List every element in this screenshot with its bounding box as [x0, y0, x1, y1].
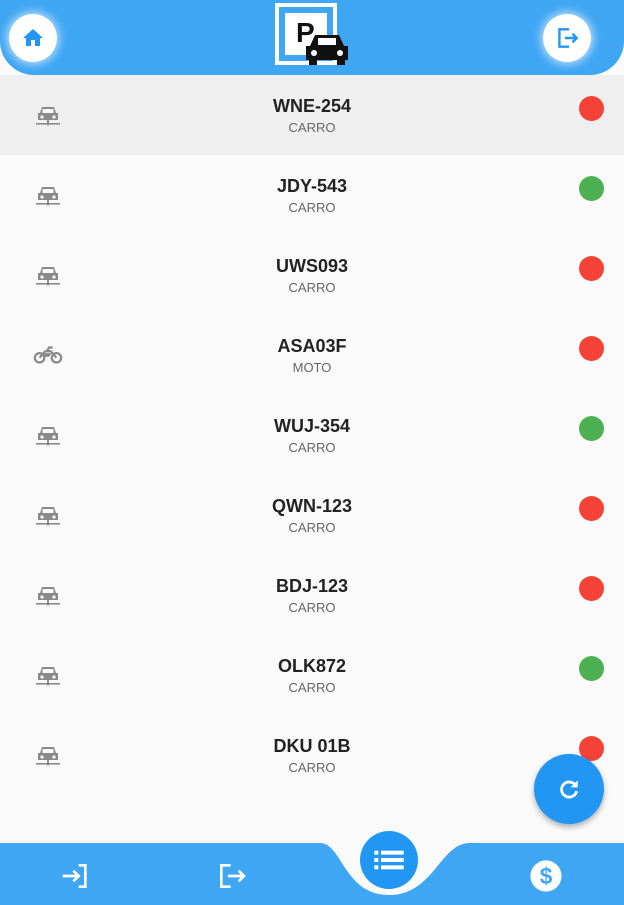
vehicle-row[interactable]: QWN-123 CARRO: [0, 475, 624, 555]
car-icon: [33, 741, 63, 769]
car-icon: [33, 181, 63, 209]
vehicle-type: CARRO: [288, 599, 336, 615]
refresh-button[interactable]: [534, 754, 604, 824]
status-indicator: [579, 176, 604, 201]
car-icon: [33, 661, 63, 689]
car-icon: [33, 101, 63, 129]
nav-payments-button[interactable]: $: [523, 853, 569, 899]
vehicle-info: QWN-123 CARRO: [272, 495, 352, 536]
vehicle-plate: WNE-254: [272, 95, 352, 116]
vehicle-row[interactable]: WNE-254 CARRO: [0, 75, 624, 155]
vehicle-row[interactable]: OLK872 CARRO: [0, 635, 624, 715]
vehicle-plate: BDJ-123: [275, 575, 349, 596]
home-button[interactable]: [9, 14, 57, 62]
vehicle-info: WUJ-354 CARRO: [274, 415, 350, 456]
vehicle-type: CARRO: [288, 279, 336, 295]
vehicle-type: CARRO: [288, 679, 336, 695]
vehicle-type: CARRO: [288, 199, 336, 215]
logout-button[interactable]: [543, 14, 591, 62]
login-icon: [62, 864, 87, 888]
vehicle-info: DKU 01B CARRO: [273, 735, 350, 776]
vehicle-info: UWS093 CARRO: [276, 255, 348, 296]
vehicle-plate: OLK872: [277, 655, 347, 676]
vehicle-row[interactable]: ASA03F MOTO: [0, 315, 624, 395]
parking-logo: P: [275, 3, 348, 65]
vehicle-row[interactable]: UWS093 CARRO: [0, 235, 624, 315]
vehicle-plate: UWS093: [275, 255, 349, 276]
vehicle-plate: WUJ-354: [273, 415, 351, 436]
vehicle-info: WNE-254 CARRO: [273, 95, 351, 136]
app-bar: P: [0, 0, 624, 75]
bottom-nav: $: [0, 831, 624, 905]
nav-login-button[interactable]: [53, 853, 99, 899]
car-icon: [33, 421, 63, 449]
vehicle-info: JDY-543 CARRO: [277, 175, 347, 216]
exit-icon: [220, 864, 246, 888]
vehicle-type: CARRO: [288, 759, 336, 775]
vehicle-plate: JDY-543: [276, 175, 348, 196]
svg-text:$: $: [540, 863, 553, 889]
vehicle-row[interactable]: BDJ-123 CARRO: [0, 555, 624, 635]
vehicle-list: WNE-254 CARRO JDY-543 CARRO UWS093 CARRO ASA03…: [0, 75, 624, 843]
status-indicator: [579, 576, 604, 601]
vehicle-row[interactable]: WUJ-354 CARRO: [0, 395, 624, 475]
vehicle-type: CARRO: [288, 119, 336, 135]
exit-icon: [558, 28, 579, 48]
vehicle-row[interactable]: JDY-543 CARRO: [0, 155, 624, 235]
nav-list-button[interactable]: [360, 831, 418, 889]
status-indicator: [579, 256, 604, 281]
car-icon: [33, 501, 63, 529]
vehicle-info: ASA03F MOTO: [277, 335, 346, 376]
status-indicator: [579, 496, 604, 521]
vehicle-type: CARRO: [288, 519, 336, 535]
vehicle-row[interactable]: DKU 01B CARRO: [0, 715, 624, 795]
dollar-icon: $: [530, 860, 562, 892]
vehicle-type: CARRO: [288, 439, 336, 455]
refresh-icon: [560, 780, 578, 799]
vehicle-info: OLK872 CARRO: [278, 655, 346, 696]
status-indicator: [579, 336, 604, 361]
status-indicator: [579, 656, 604, 681]
list-icon: [374, 850, 404, 870]
home-icon: [23, 29, 43, 46]
vehicle-info: BDJ-123 CARRO: [276, 575, 348, 616]
motorcycle-icon: [33, 341, 63, 369]
vehicle-plate: DKU 01B: [273, 735, 351, 756]
nav-exit-button[interactable]: [209, 853, 255, 899]
car-icon: [33, 261, 63, 289]
car-icon: [33, 581, 63, 609]
vehicle-type: MOTO: [292, 359, 332, 375]
vehicle-plate: ASA03F: [277, 335, 347, 356]
status-indicator: [579, 416, 604, 441]
vehicle-plate: QWN-123: [271, 495, 352, 516]
status-indicator: [579, 96, 604, 121]
